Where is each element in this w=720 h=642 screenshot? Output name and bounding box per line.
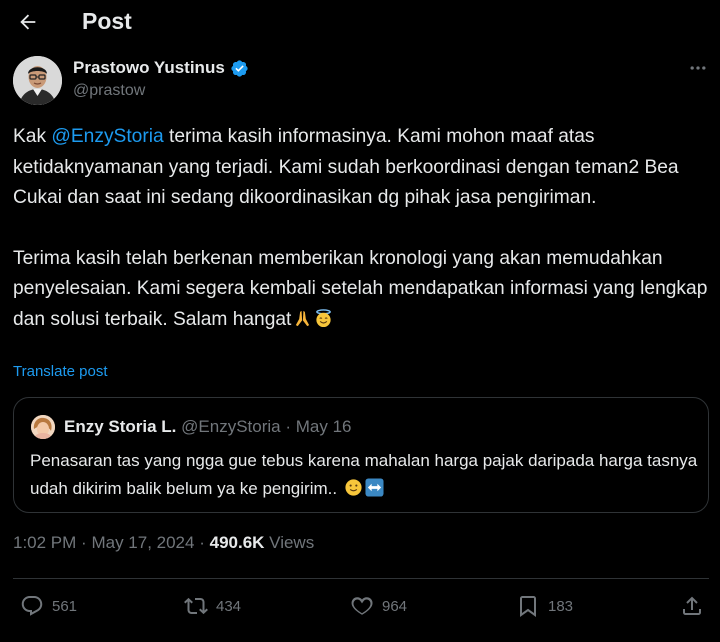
- avatar[interactable]: [13, 56, 62, 105]
- quoted-text: Penasaran tas yang ngga gue tebus karena…: [30, 447, 700, 503]
- like-button[interactable]: 964: [350, 594, 407, 618]
- author-handle[interactable]: @prastow: [73, 82, 145, 100]
- more-options-button[interactable]: [684, 56, 712, 80]
- reply-button[interactable]: 561: [20, 594, 77, 618]
- verified-badge-icon: [231, 59, 248, 77]
- back-button[interactable]: [12, 6, 44, 38]
- post-paragraph-1: Kak @EnzyStoria terima kasih informasiny…: [13, 122, 713, 214]
- views-count: 490.6K: [209, 533, 265, 552]
- quoted-separator: ·: [285, 417, 292, 436]
- quoted-author-name[interactable]: Enzy Storia L.: [64, 417, 176, 436]
- page-title: Post: [82, 8, 132, 34]
- repost-count: 434: [216, 597, 242, 615]
- post-date[interactable]: May 17, 2024: [91, 533, 194, 552]
- action-bar: 561 434 964 183: [0, 590, 720, 624]
- slightly-smiling-face-emoji-icon: [345, 479, 362, 496]
- share-icon: [683, 596, 701, 615]
- quoted-header: Enzy Storia L. @EnzyStoria · May 16: [64, 417, 352, 437]
- author-name-row[interactable]: Prastowo Yustinus: [73, 58, 249, 78]
- heart-icon: [351, 597, 373, 615]
- meta-separator: ·: [199, 533, 205, 552]
- reply-icon: [21, 596, 43, 616]
- quoted-author-handle[interactable]: @EnzyStoria: [181, 417, 280, 436]
- mention-link[interactable]: @EnzyStoria: [51, 126, 163, 147]
- post-time[interactable]: 1:02 PM: [13, 533, 76, 552]
- like-count: 964: [382, 597, 408, 615]
- post-text-segment: Kak: [13, 126, 52, 147]
- avatar-image: [13, 56, 62, 105]
- quoted-post[interactable]: Enzy Storia L. @EnzyStoria · May 16 Pena…: [13, 397, 709, 513]
- bookmark-button[interactable]: 183: [516, 594, 573, 618]
- quoted-avatar[interactable]: [31, 415, 55, 439]
- post-meta: 1:02 PM · May 17, 2024 · 490.6K Views: [13, 533, 314, 553]
- quoted-date[interactable]: May 16: [296, 417, 352, 436]
- post-paragraph-2: Terima kasih telah berkenan memberikan k…: [13, 244, 713, 336]
- arrow-left-icon: [20, 14, 36, 30]
- post-text-segment: Terima kasih telah berkenan memberikan k…: [13, 247, 708, 330]
- post-text: Kak @EnzyStoria terima kasih informasiny…: [13, 122, 713, 335]
- folded-hands-emoji-icon: [296, 310, 310, 326]
- translate-post-link[interactable]: Translate post: [13, 363, 108, 380]
- meta-separator: ·: [81, 533, 87, 552]
- bookmark-icon: [520, 596, 536, 617]
- quoted-avatar-image: [31, 415, 55, 439]
- author-name[interactable]: Prastowo Yustinus: [73, 58, 225, 78]
- left-right-arrow-emoji-icon: [365, 478, 384, 497]
- top-bar: Post: [0, 0, 720, 44]
- repost-button[interactable]: 434: [184, 594, 241, 618]
- quoted-text-segment: Penasaran tas yang ngga gue tebus karena…: [30, 451, 698, 498]
- repost-icon: [184, 597, 208, 615]
- views-label: Views: [269, 533, 315, 552]
- bookmark-count: 183: [548, 597, 574, 615]
- divider: [13, 578, 709, 579]
- more-dots-icon: [690, 66, 706, 70]
- share-button[interactable]: [680, 594, 704, 618]
- reply-count: 561: [52, 597, 78, 615]
- smiling-face-with-halo-emoji-icon: [316, 308, 332, 327]
